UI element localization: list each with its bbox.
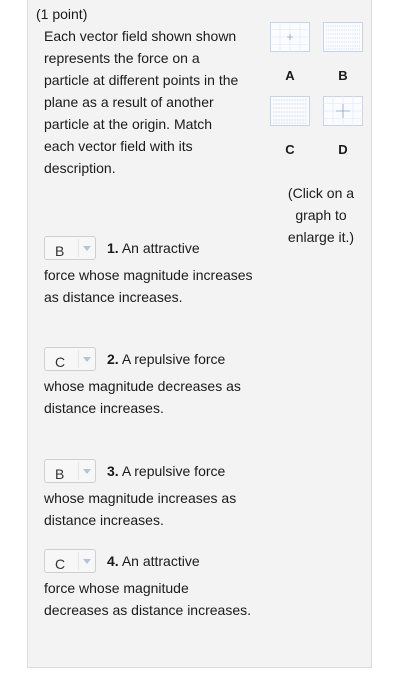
graph-a-label: A [285,68,295,83]
graph-b-label: B [338,68,348,83]
item-text-first: An attractive [121,240,200,256]
answer-select-3-value: B [55,466,65,482]
answer-select-1[interactable]: B [44,236,96,260]
item-text-first: A repulsive force [121,463,226,479]
item-number: 3. [107,463,119,479]
graph-a-thumbnail[interactable] [270,22,310,52]
match-item-1: B 1. An attractive force whose magnitude… [44,232,254,308]
answer-select-2[interactable]: C [44,347,96,371]
question-intro: Each vector field shown shown represents… [44,28,239,176]
graph-b-thumbnail[interactable] [323,22,363,52]
item-number: 4. [107,553,119,569]
enlarge-hint: (Click on a graph to enlarge it.) [287,185,355,245]
chevron-down-icon [78,350,96,368]
match-item-3: B 3. A repulsive force whose magnitude i… [44,455,254,531]
item-text-rest: whose magnitude increases as distance in… [44,490,237,528]
answer-select-4-value: C [55,556,66,572]
chevron-down-icon [78,552,96,570]
item-text-rest: force whose magnitude decreases as dista… [44,580,251,618]
answer-select-2-value: C [55,354,66,370]
item-text-first: An attractive [121,553,200,569]
answer-select-4[interactable]: C [44,549,96,573]
item-number: 1. [107,240,119,256]
answer-select-1-value: B [55,243,65,259]
chevron-down-icon [78,462,96,480]
graph-d-label: D [338,142,348,157]
graph-c-thumbnail[interactable] [270,96,310,126]
item-text-rest: force whose magnitude increases as dista… [44,267,253,305]
graph-thumbnails: A B C D [270,22,370,162]
points-label: (1 point) [36,6,88,22]
match-item-4: C 4. An attractive force whose magnitude… [44,545,254,621]
match-item-2: C 2. A repulsive force whose magnitude d… [44,343,254,419]
graph-c-label: C [285,142,295,157]
item-text-rest: whose magnitude decreases as distance in… [44,378,241,416]
answer-select-3[interactable]: B [44,459,96,483]
item-number: 2. [107,351,119,367]
graph-d-thumbnail[interactable] [323,96,363,126]
chevron-down-icon [78,239,96,257]
item-text-first: A repulsive force [121,351,226,367]
